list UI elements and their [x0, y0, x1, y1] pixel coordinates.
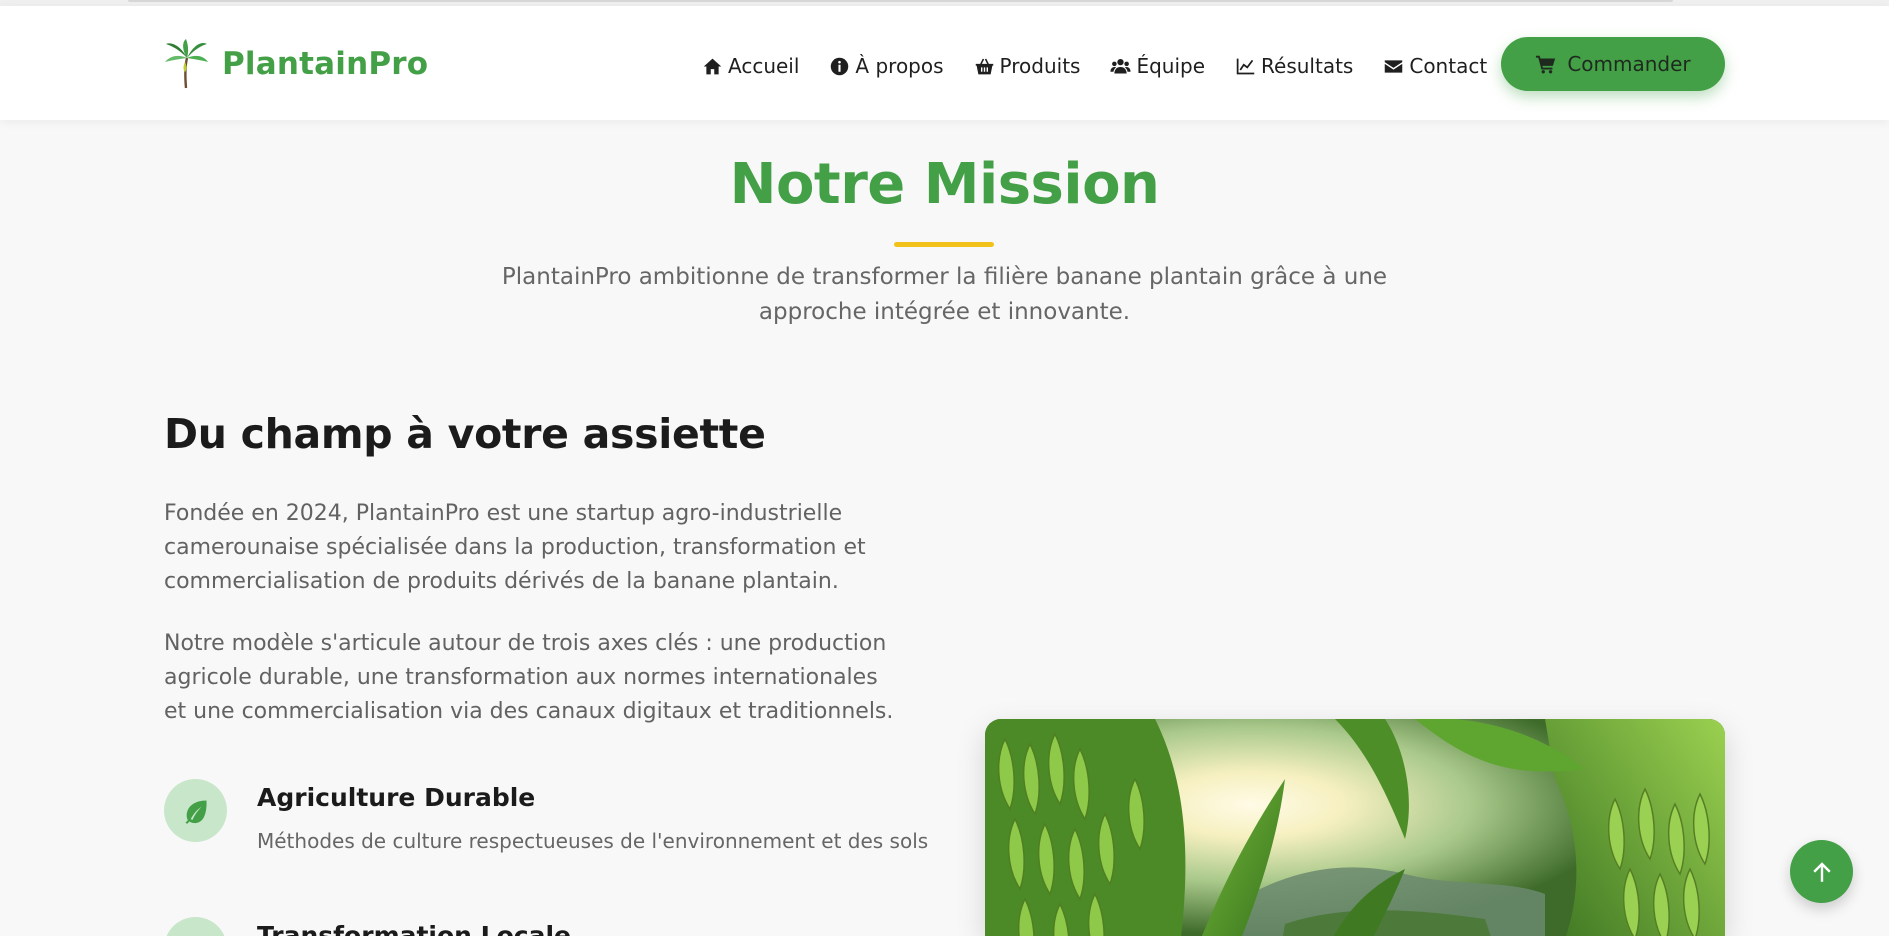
nav-item-equipe[interactable]: Équipe: [1110, 54, 1205, 78]
brand-name: PlantainPro: [222, 46, 429, 82]
mission-title: Notre Mission: [729, 152, 1160, 217]
arrow-up-icon: [1812, 861, 1831, 882]
home-icon: [703, 58, 722, 74]
info-circle-icon: [831, 57, 849, 75]
mission-subtitle: PlantainPro ambitionne de transformer la…: [501, 264, 1388, 325]
scroll-to-top-button[interactable]: [1790, 840, 1853, 903]
banana-tree-icon: [165, 39, 208, 89]
nav-item-accueil[interactable]: Accueil: [702, 54, 799, 78]
basket-icon: [975, 58, 993, 74]
nav-item-produits[interactable]: Produits: [974, 54, 1081, 78]
about-paragraph-1: Fondée en 2024, PlantainPro est une star…: [164, 501, 866, 594]
order-button[interactable]: Commander: [1501, 37, 1725, 91]
feature-title: Transformation Locale: [257, 921, 572, 936]
nav-item-label: Contact: [1409, 54, 1488, 78]
nav-item-a-propos[interactable]: À propos: [829, 54, 944, 78]
feature-icon-circle: [164, 779, 227, 842]
plantation-illustration: [985, 719, 1725, 936]
order-button-label: Commander: [1567, 52, 1691, 76]
line-chart-icon: [1236, 58, 1255, 74]
about-title: Du champ à votre assiette: [164, 410, 766, 458]
cart-icon: [1536, 55, 1556, 74]
site-header: PlantainPro Accueil À propos Produits Éq…: [0, 6, 1889, 120]
nav-item-label: À propos: [855, 54, 944, 78]
nav-item-resultats[interactable]: Résultats: [1235, 54, 1353, 78]
users-icon: [1110, 58, 1132, 73]
main-nav: Accueil À propos Produits Équipe Résulta…: [702, 54, 1487, 78]
plantain-plantation-photo: [985, 719, 1725, 936]
nav-item-label: Accueil: [728, 54, 800, 78]
envelope-icon: [1385, 59, 1403, 73]
top-scroll-edge: [128, 0, 1673, 2]
nav-item-label: Produits: [999, 54, 1081, 78]
nav-item-label: Équipe: [1136, 54, 1206, 78]
nav-item-contact[interactable]: Contact: [1383, 54, 1487, 78]
feature-title: Agriculture Durable: [257, 783, 536, 812]
leaf-icon: [185, 800, 207, 824]
feature-description: Méthodes de culture respectueuses de l'e…: [257, 829, 929, 853]
brand-logo[interactable]: PlantainPro: [164, 39, 428, 89]
feature-icon-circle: [164, 917, 227, 936]
about-paragraph-2: Notre modèle s'articule autour de trois …: [164, 631, 894, 724]
title-underline: [894, 242, 994, 247]
nav-item-label: Résultats: [1261, 54, 1354, 78]
